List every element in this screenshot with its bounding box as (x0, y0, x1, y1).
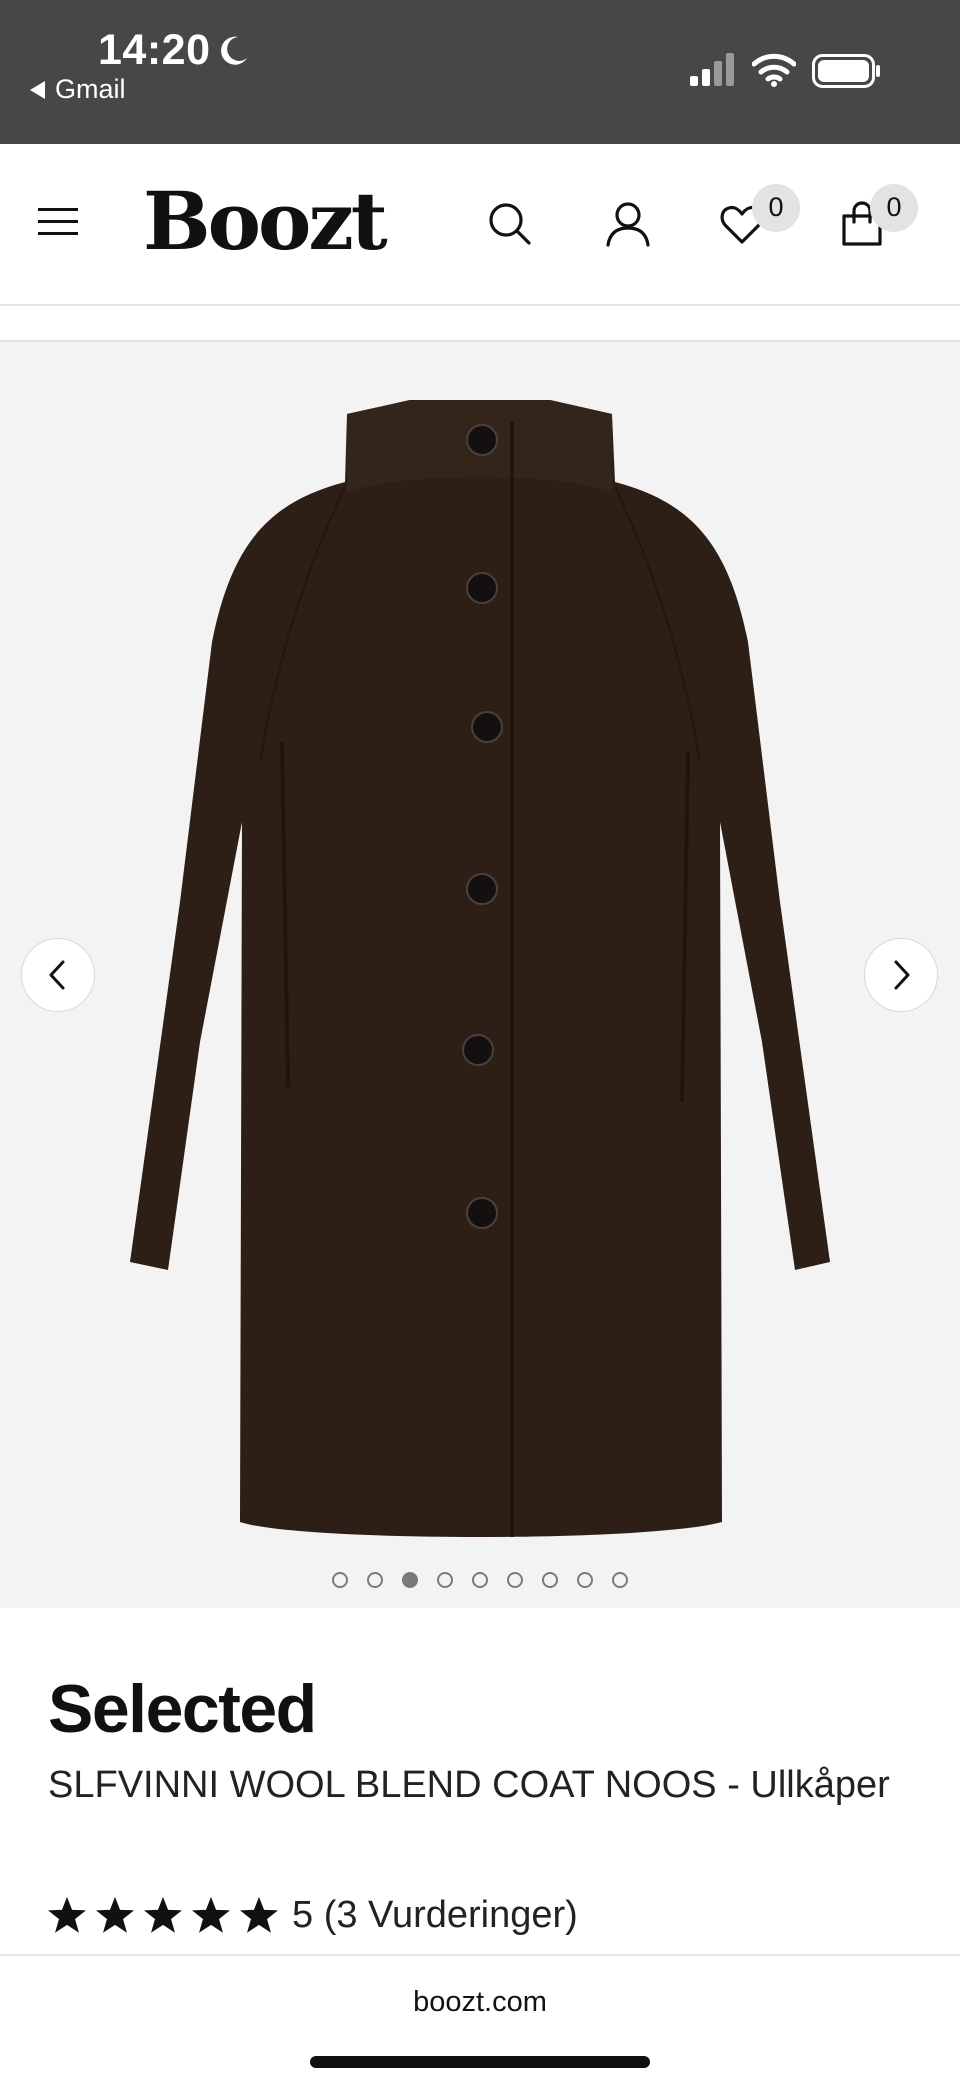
browser-url[interactable]: boozt.com (0, 1986, 960, 2019)
coat-button (466, 873, 498, 905)
back-arrow-icon (30, 80, 45, 99)
star-icon (192, 1896, 230, 1933)
star-icon (96, 1896, 134, 1933)
status-time: 14:20 (98, 26, 211, 74)
gallery-pagination (0, 1572, 960, 1588)
gallery-dot[interactable] (472, 1572, 488, 1588)
gallery-dot[interactable] (367, 1572, 383, 1588)
gallery-dot[interactable] (437, 1572, 453, 1588)
header-divider-strip (0, 306, 960, 342)
coat-button (466, 572, 498, 604)
bag-count-badge: 0 (870, 184, 918, 232)
coat-button (466, 1197, 498, 1229)
chevron-right-icon (894, 960, 910, 990)
browser-bottom-bar: boozt.com (0, 1954, 960, 2083)
site-logo[interactable]: Boozt (143, 174, 388, 268)
menu-icon[interactable] (38, 206, 78, 238)
star-icon (48, 1896, 86, 1933)
back-app-label: Gmail (55, 74, 126, 104)
battery-icon (812, 54, 880, 88)
gallery-dot[interactable] (507, 1572, 523, 1588)
chevron-left-icon (49, 960, 65, 990)
gallery-dot[interactable] (577, 1572, 593, 1588)
coat-button (466, 424, 498, 456)
back-to-app-link[interactable]: Gmail (30, 74, 126, 105)
home-indicator[interactable] (310, 2056, 650, 2068)
account-icon[interactable] (604, 200, 652, 248)
product-brand[interactable]: Selected (48, 1670, 317, 1748)
star-icon (144, 1896, 182, 1933)
gallery-dot[interactable] (332, 1572, 348, 1588)
gallery-dot[interactable] (542, 1572, 558, 1588)
product-rating[interactable]: 5 (3 Vurderinger) (48, 1894, 578, 1937)
wifi-icon (752, 53, 796, 87)
signal-icon (690, 53, 734, 86)
coat-image (130, 400, 830, 1537)
gallery-dot[interactable] (402, 1572, 418, 1588)
coat-button (471, 711, 503, 743)
wishlist-count-badge: 0 (752, 184, 800, 232)
coat-body-shape (130, 400, 830, 1537)
product-image-gallery[interactable] (0, 342, 960, 1608)
rating-text: 5 (3 Vurderinger) (292, 1894, 578, 1936)
moon-icon (221, 36, 247, 65)
star-icon (240, 1896, 278, 1933)
next-image-button[interactable] (864, 938, 938, 1012)
rating-stars (48, 1896, 278, 1935)
product-name: SLFVINNI WOOL BLEND COAT NOOS - Ullkåper (48, 1764, 890, 1806)
search-icon[interactable] (486, 200, 534, 248)
status-bar: 14:20 Gmail (0, 0, 960, 144)
gallery-dot[interactable] (612, 1572, 628, 1588)
site-header: Boozt 0 0 (0, 144, 960, 306)
previous-image-button[interactable] (21, 938, 95, 1012)
coat-button (462, 1034, 494, 1066)
